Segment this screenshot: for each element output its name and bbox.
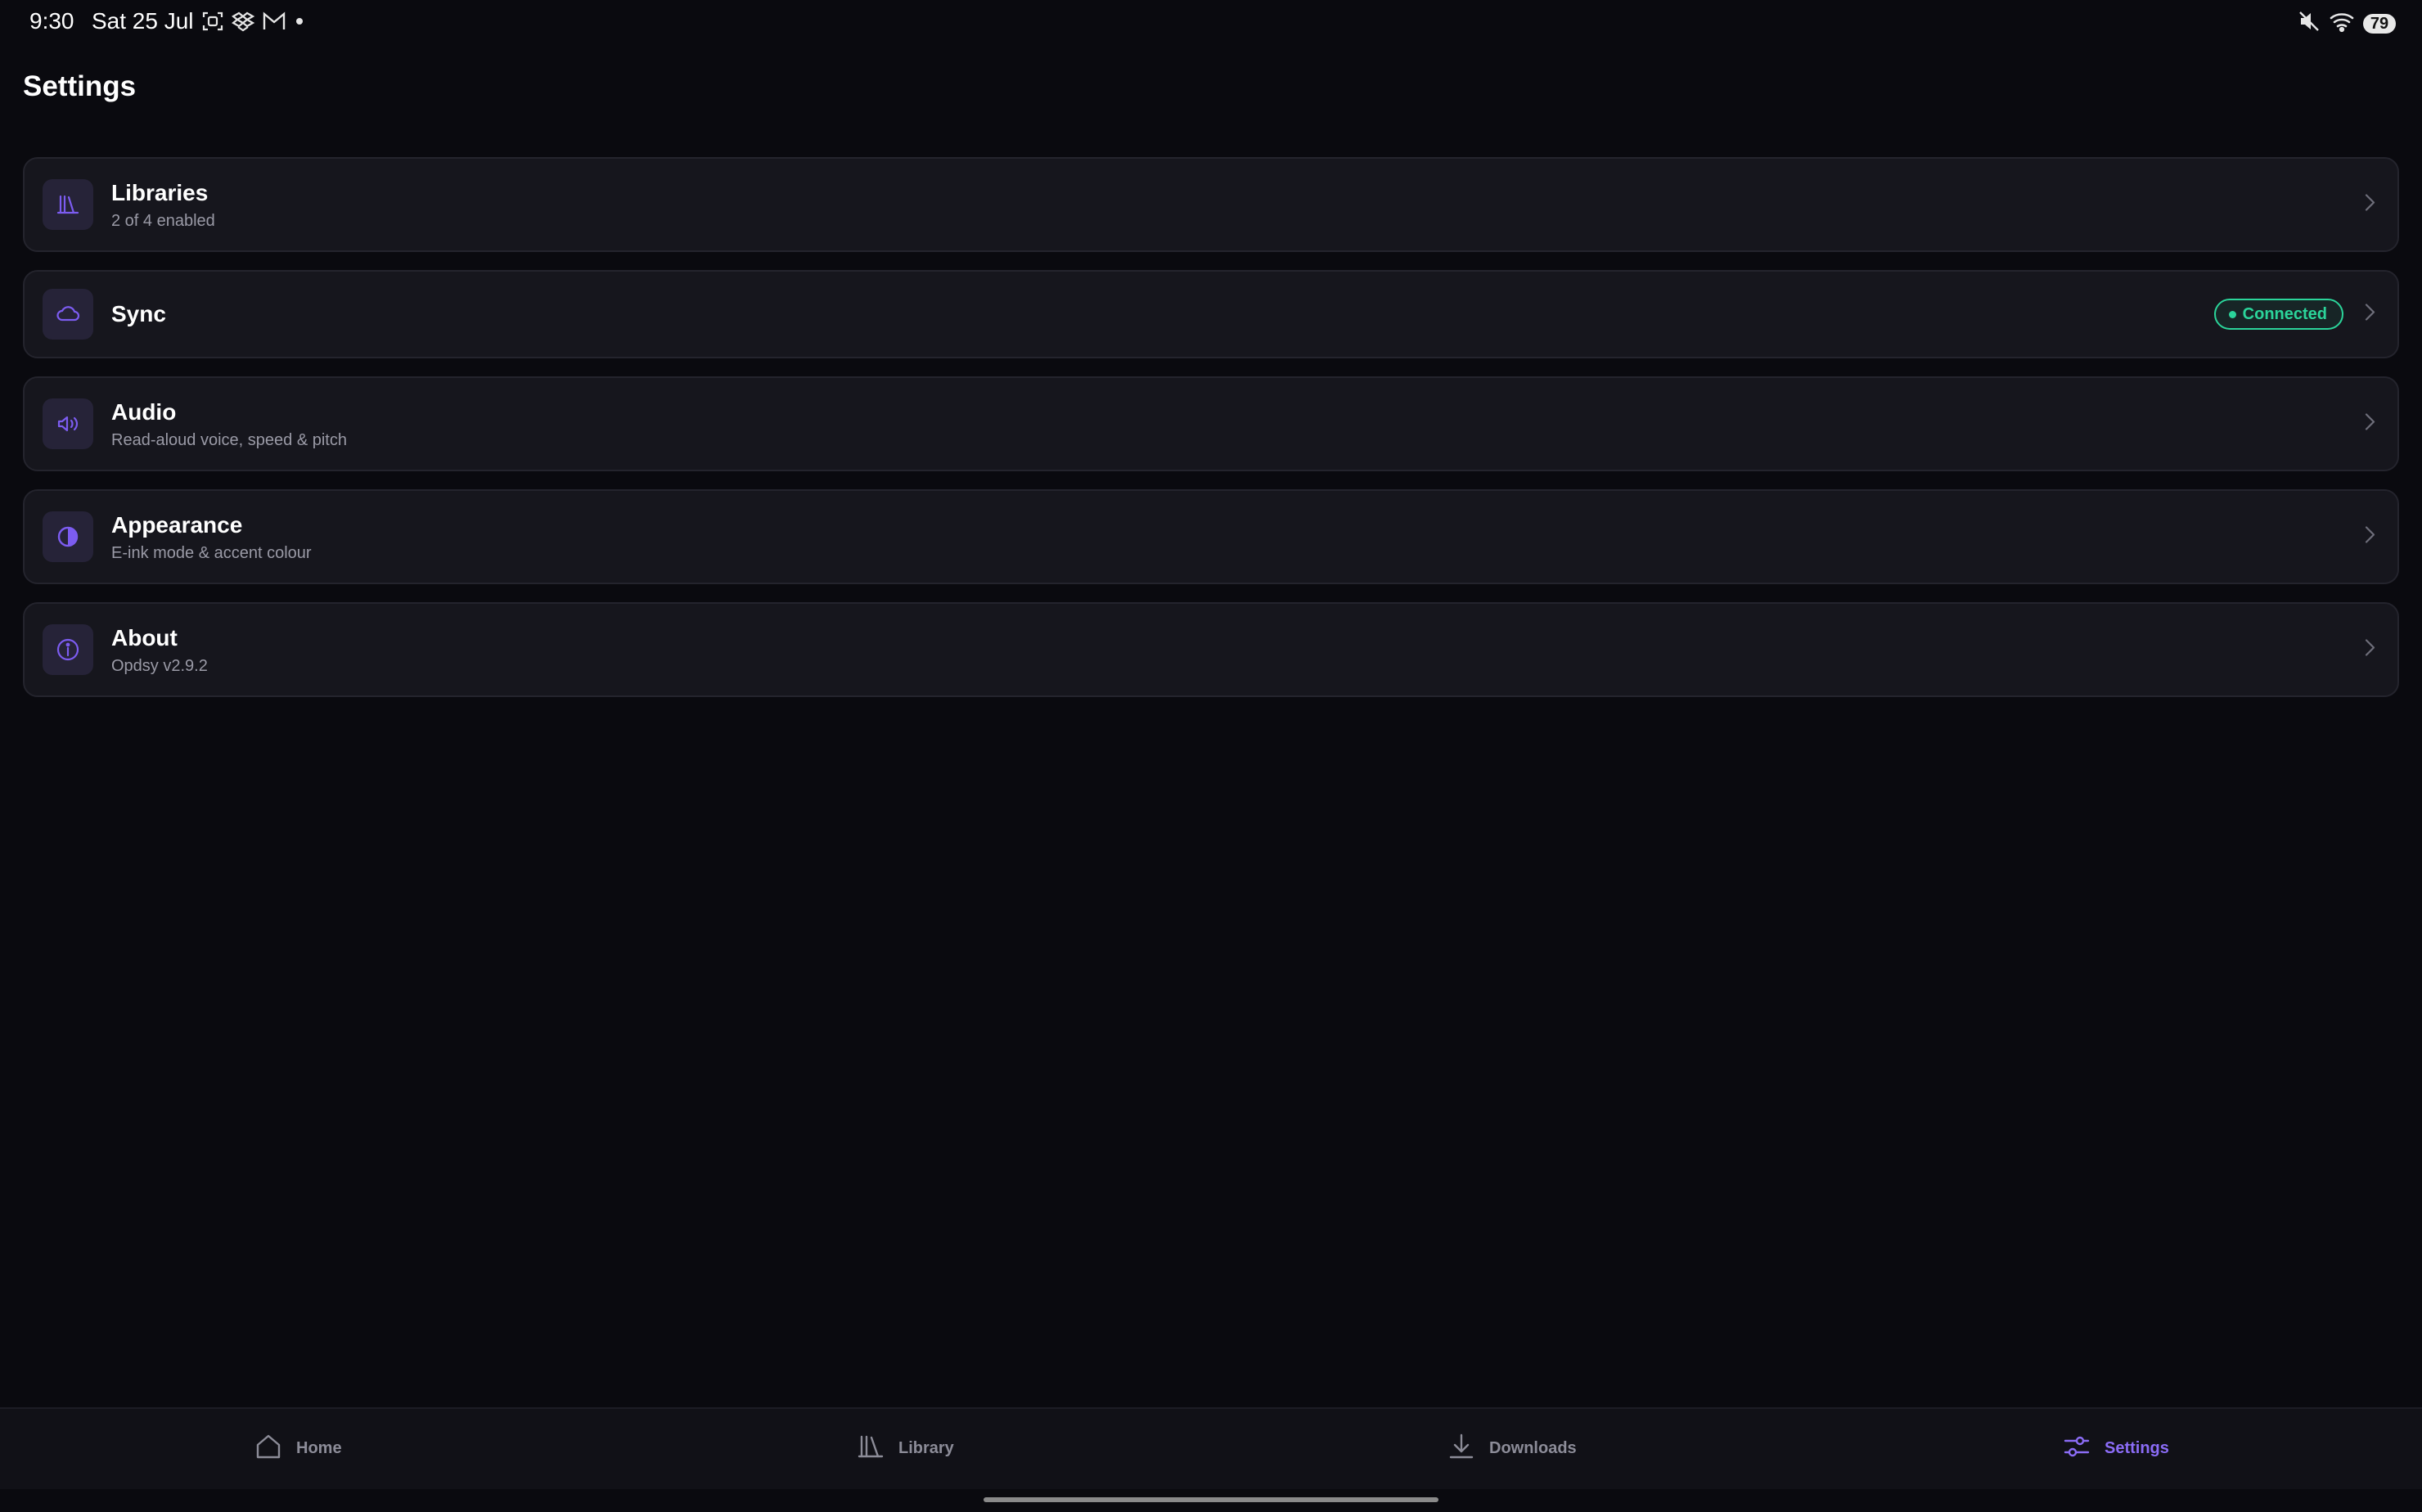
settings-item-title: Sync: [111, 301, 166, 326]
status-time: 9:30: [29, 8, 74, 34]
nav-label: Home: [296, 1438, 342, 1457]
settings-item-title: Audio: [111, 399, 177, 425]
settings-item-title: Appearance: [111, 512, 243, 538]
sliders-icon: [2062, 1432, 2091, 1465]
page-title: Settings: [23, 70, 137, 102]
download-icon: [1447, 1432, 1476, 1465]
status-date: Sat 25 Jul: [92, 8, 194, 34]
settings-list: Libraries 2 of 4 enabled Sync Connected …: [23, 157, 2399, 715]
library-icon: [856, 1432, 885, 1465]
nav-item-settings[interactable]: Settings: [2062, 1432, 2169, 1465]
nav-item-home[interactable]: Home: [254, 1432, 342, 1465]
chevron-right-icon: [2363, 637, 2376, 663]
status-badge-label: Connected: [2242, 304, 2327, 323]
settings-item-text: Libraries 2 of 4 enabled: [111, 180, 215, 231]
settings-item-subtitle: 2 of 4 enabled: [111, 212, 215, 230]
gmail-icon: [262, 10, 286, 33]
settings-item-title: Libraries: [111, 180, 209, 205]
screenshot-icon: [201, 10, 224, 33]
chevron-right-icon: [2363, 302, 2376, 327]
nav-label: Library: [898, 1438, 954, 1457]
chevron-right-icon: [2363, 412, 2376, 437]
settings-item-text: Appearance E-ink mode & accent colour: [111, 512, 312, 563]
nav-label: Downloads: [1489, 1438, 1577, 1457]
cloud-icon: [43, 289, 93, 340]
info-icon: [43, 624, 93, 675]
settings-item-libraries[interactable]: Libraries 2 of 4 enabled: [23, 157, 2399, 252]
battery-indicator: 79: [2363, 13, 2396, 34]
settings-item-appearance[interactable]: Appearance E-ink mode & accent colour: [23, 489, 2399, 584]
settings-item-sync[interactable]: Sync Connected: [23, 270, 2399, 358]
status-badge: Connected: [2213, 299, 2343, 330]
nav-item-library[interactable]: Library: [856, 1432, 954, 1465]
nav-label: Settings: [2105, 1438, 2169, 1457]
settings-item-subtitle: E-ink mode & accent colour: [111, 544, 312, 562]
notification-icons: [201, 10, 306, 33]
status-bar: 9:30 Sat 25 Jul 79: [0, 0, 2422, 43]
home-icon: [254, 1432, 283, 1465]
settings-item-title: About: [111, 625, 178, 650]
settings-screen: 9:30 Sat 25 Jul 79 Settings Libraries 2 …: [0, 0, 2422, 1512]
dropbox-icon: [231, 10, 255, 33]
wifi-icon: [2329, 10, 2355, 37]
settings-item-text: Sync: [111, 301, 166, 327]
settings-item-about[interactable]: About Opdsy v2.9.2: [23, 602, 2399, 697]
status-dot-icon: [2228, 310, 2236, 318]
mute-icon: [2298, 10, 2321, 37]
bottom-nav: Home Library Downloads Settings: [0, 1407, 2422, 1489]
settings-item-subtitle: Opdsy v2.9.2: [111, 657, 208, 675]
speaker-icon: [43, 398, 93, 449]
settings-item-text: About Opdsy v2.9.2: [111, 625, 208, 676]
system-status: 79: [2298, 10, 2396, 37]
home-indicator[interactable]: [984, 1497, 1438, 1502]
contrast-icon: [43, 511, 93, 562]
dot-icon: [293, 10, 306, 33]
settings-item-text: Audio Read-aloud voice, speed & pitch: [111, 399, 347, 450]
settings-item-audio[interactable]: Audio Read-aloud voice, speed & pitch: [23, 376, 2399, 471]
nav-item-downloads[interactable]: Downloads: [1447, 1432, 1577, 1465]
settings-item-subtitle: Read-aloud voice, speed & pitch: [111, 431, 347, 449]
chevron-right-icon: [2363, 192, 2376, 218]
libraries-icon: [43, 179, 93, 230]
chevron-right-icon: [2363, 524, 2376, 550]
